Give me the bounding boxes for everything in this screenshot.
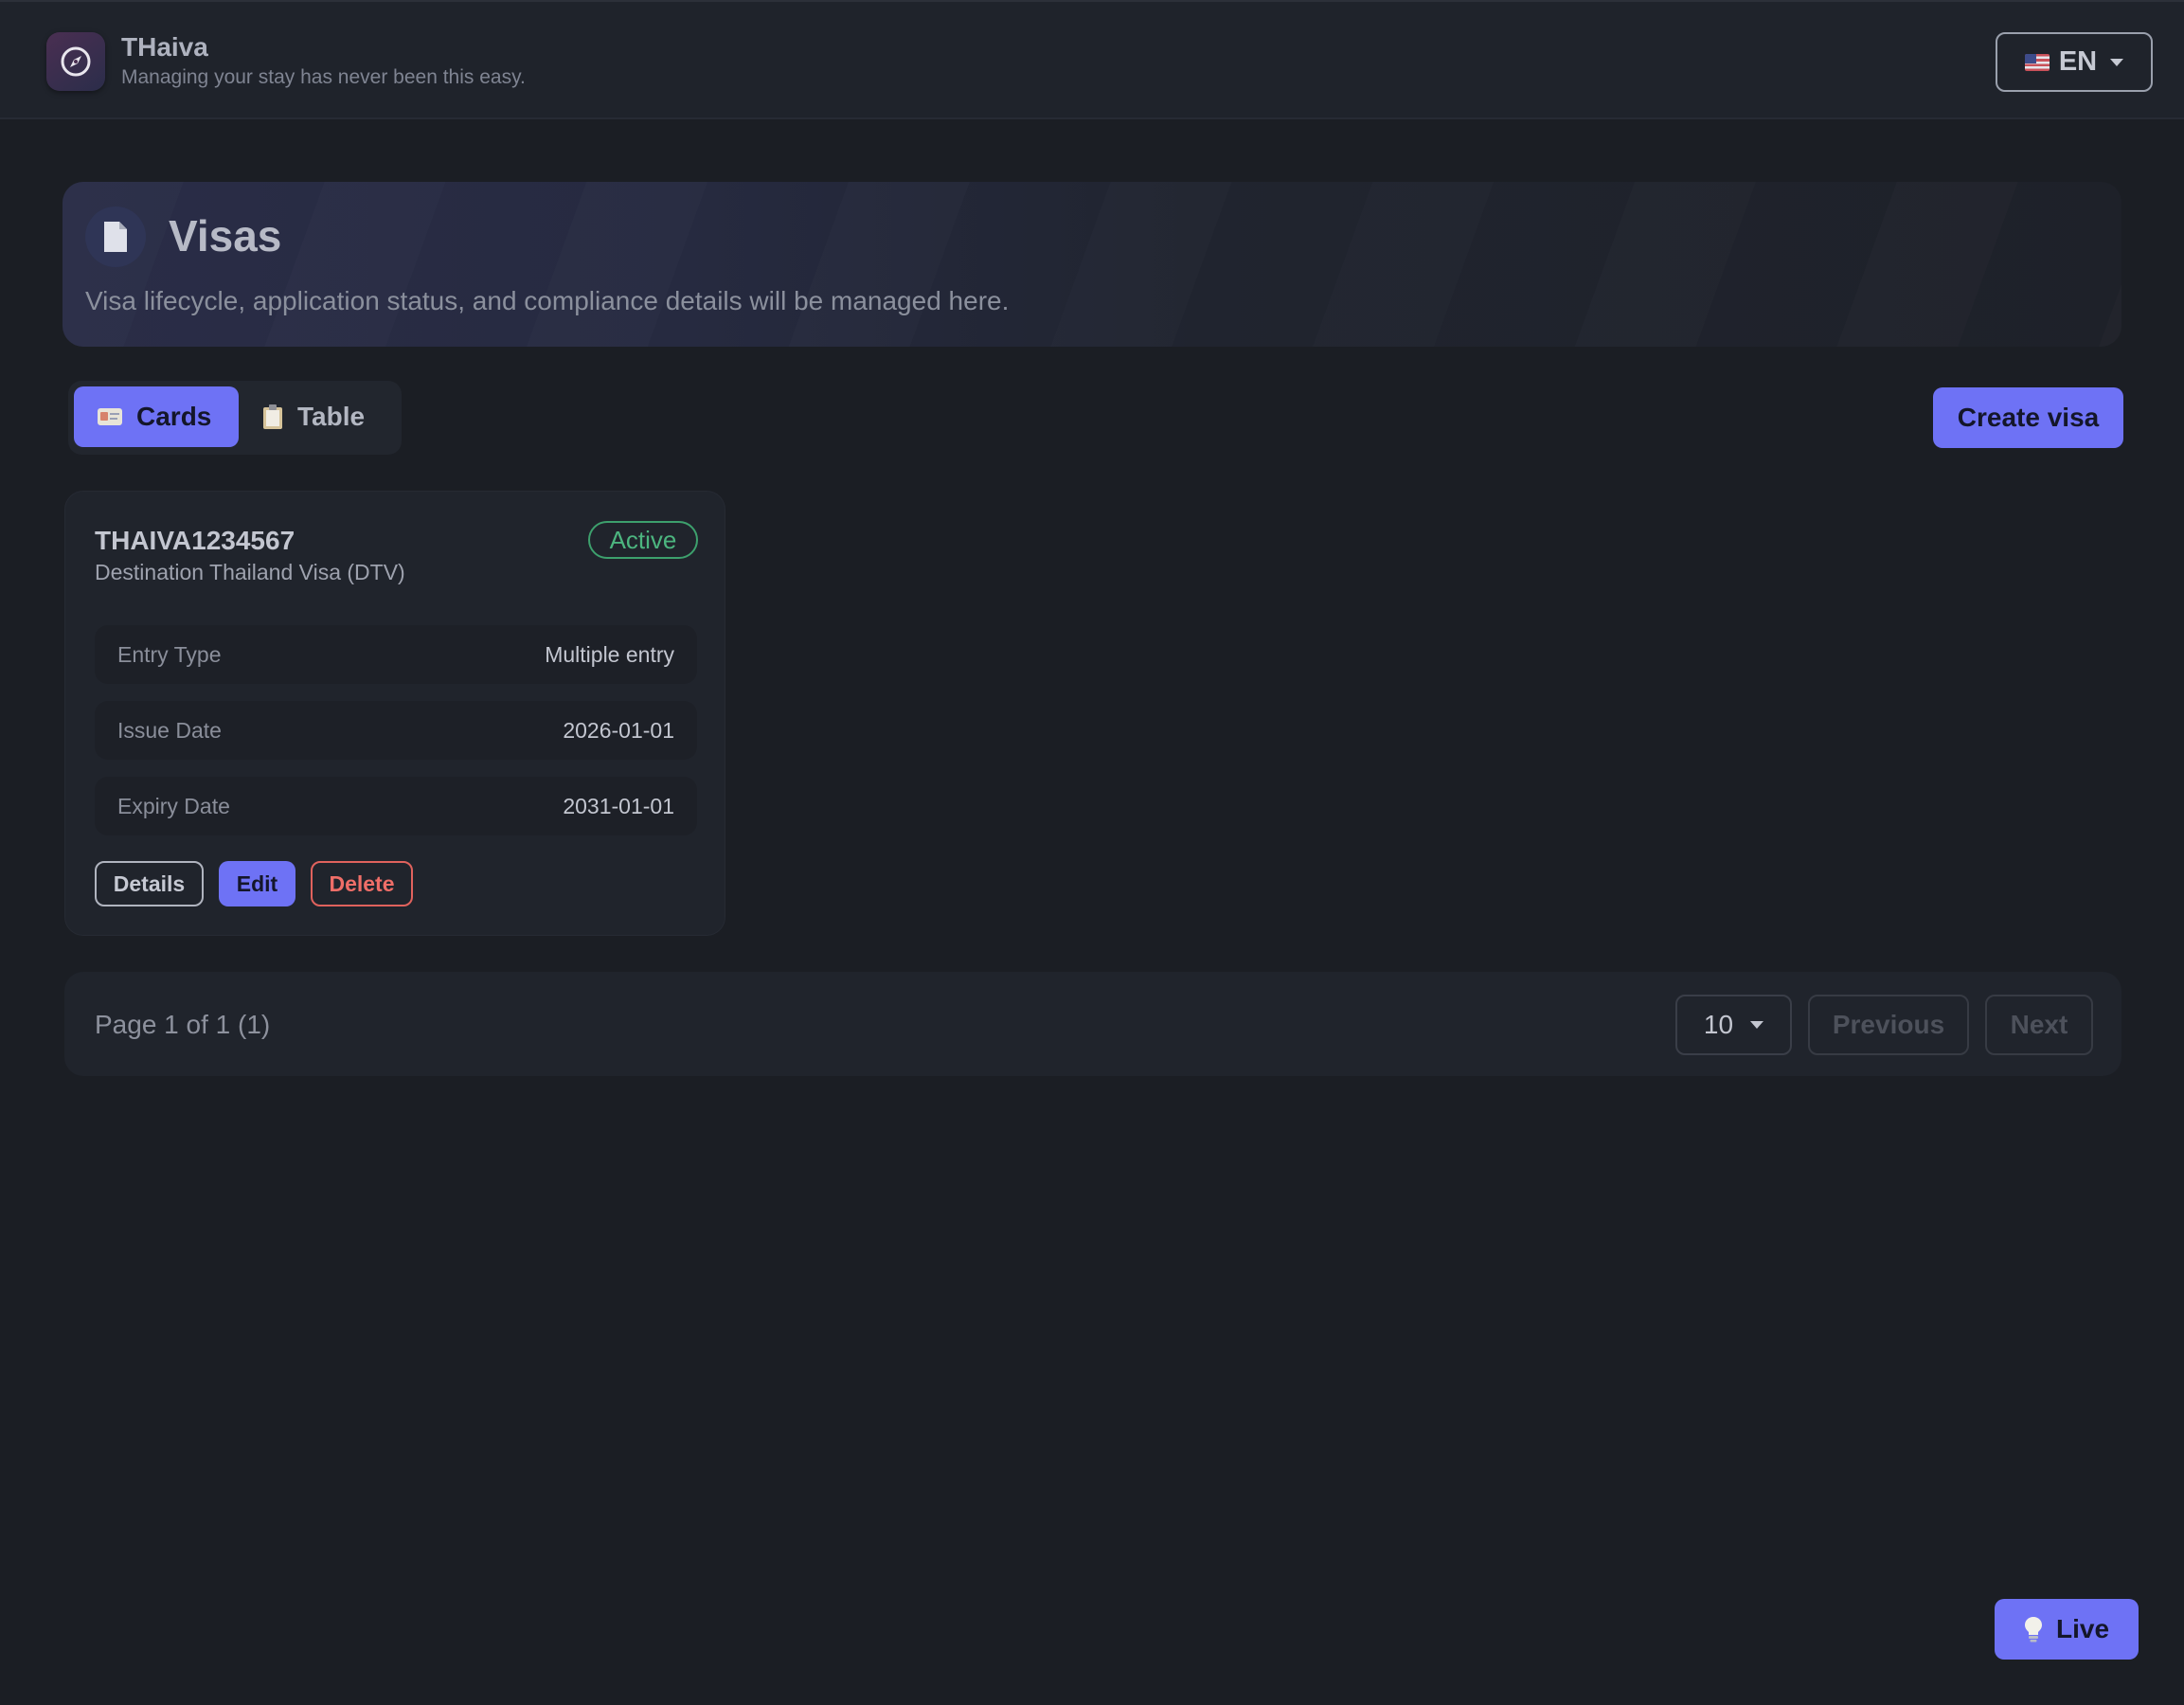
lightbulb-icon: [2024, 1617, 2042, 1642]
language-label: EN: [2058, 46, 2098, 77]
expiry-date-row: Expiry Date 2031-01-01: [95, 777, 697, 835]
table-view-label: Table: [297, 402, 366, 431]
document-icon: [85, 206, 146, 267]
app-title: THaiva: [121, 32, 208, 62]
page-info: Page 1 of 1 (1): [95, 1010, 271, 1039]
field-label: Entry Type: [117, 641, 222, 667]
clipboard-icon: [263, 404, 282, 429]
cards-view-button[interactable]: Cards: [74, 386, 239, 447]
us-flag-icon: [2024, 53, 2050, 71]
page-size-value: 10: [1703, 1010, 1734, 1039]
compass-icon[interactable]: [46, 32, 105, 91]
id-card-icon: [98, 408, 122, 425]
visa-type: Destination Thailand Visa (DTV): [95, 560, 405, 584]
view-toggle: Cards Table: [68, 381, 402, 455]
chevron-down-icon: [2110, 58, 2124, 66]
app-subtitle: Managing your stay has never been this e…: [121, 66, 526, 88]
cards-view-label: Cards: [136, 402, 212, 431]
field-value: 2026-01-01: [563, 717, 674, 743]
details-button[interactable]: Details: [95, 861, 204, 906]
previous-page-button[interactable]: Previous: [1808, 995, 1969, 1055]
page-header-banner: Visas Visa lifecycle, application status…: [63, 182, 2121, 347]
card-actions: Details Edit Delete: [95, 861, 413, 906]
table-view-button[interactable]: Table: [239, 386, 396, 447]
live-button-label: Live: [2055, 1614, 2110, 1643]
visa-card: THAIVA1234567 Destination Thailand Visa …: [64, 491, 725, 936]
visa-number: THAIVA1234567: [95, 526, 295, 555]
page-title: Visas: [169, 211, 282, 260]
language-selector[interactable]: EN: [1996, 32, 2153, 92]
delete-button[interactable]: Delete: [311, 861, 413, 906]
field-value: Multiple entry: [545, 641, 674, 667]
live-button[interactable]: Live: [1995, 1599, 2139, 1660]
top-bar: THaiva Managing your stay has never been…: [0, 0, 2184, 119]
page-size-select[interactable]: 10: [1675, 995, 1792, 1055]
create-visa-button[interactable]: Create visa: [1933, 387, 2123, 448]
issue-date-row: Issue Date 2026-01-01: [95, 701, 697, 760]
field-value: 2031-01-01: [563, 793, 674, 818]
page-description: Visa lifecycle, application status, and …: [85, 286, 1010, 315]
next-page-button[interactable]: Next: [1985, 995, 2093, 1055]
entry-type-row: Entry Type Multiple entry: [95, 625, 697, 684]
field-label: Issue Date: [117, 717, 222, 743]
status-badge: Active: [588, 521, 698, 559]
pagination-bar: Page 1 of 1 (1) 10 Previous Next: [64, 972, 2121, 1076]
edit-button[interactable]: Edit: [219, 861, 295, 906]
field-label: Expiry Date: [117, 793, 230, 818]
chevron-down-icon: [1750, 1021, 1764, 1029]
